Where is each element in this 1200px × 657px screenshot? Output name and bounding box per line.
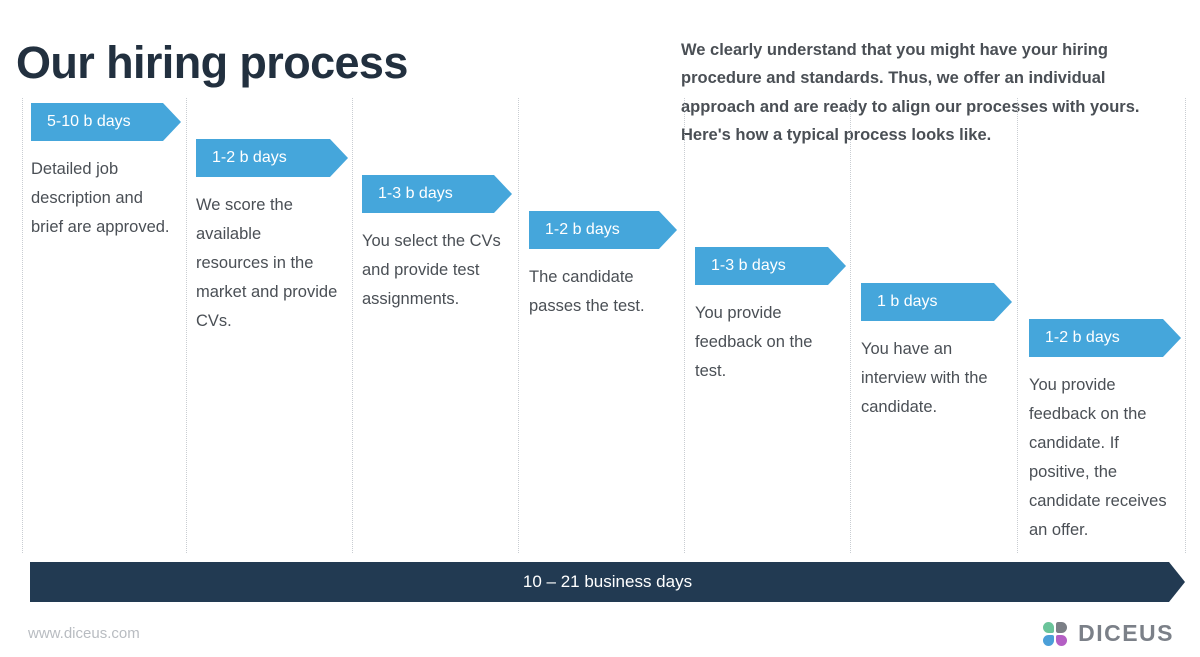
stage-description: We score the available resources in the … <box>196 196 338 330</box>
column-divider <box>352 98 353 553</box>
column-divider <box>518 98 519 553</box>
stage-duration-tag: 1 b days <box>861 283 1012 321</box>
timeline-stage: 1-3 b days You provide feedback on the te… <box>695 247 846 386</box>
column-divider <box>186 98 187 553</box>
stage-description: You provide feedback on the candidate. I… <box>1029 376 1167 539</box>
column-divider <box>684 98 685 553</box>
stage-duration-tag: 5-10 b days <box>31 103 181 141</box>
timeline-stage: 1-2 b days We score the available resourc… <box>196 139 348 336</box>
column-divider <box>22 98 23 553</box>
diceus-logo-mark-icon <box>1043 621 1069 646</box>
timeline-stage: 1-2 b days You provide feedback on the ca… <box>1029 319 1181 545</box>
timeline-stage: 1 b days You have an interview with the c… <box>861 283 1012 422</box>
brand-wordmark: DICEUS <box>1078 620 1174 646</box>
stage-duration-tag: 1-2 b days <box>196 139 348 177</box>
logo-square-bottom-left-icon <box>1043 634 1055 646</box>
footer-website-url[interactable]: www.diceus.com <box>28 625 140 642</box>
stage-duration-tag: 1-3 b days <box>362 175 512 213</box>
logo-square-bottom-right-icon <box>1056 634 1068 646</box>
stage-duration-tag: 1-3 b days <box>695 247 846 285</box>
stage-description: Detailed job description and brief are a… <box>31 160 170 236</box>
logo-square-top-right-icon <box>1056 621 1068 633</box>
hiring-process-timeline: 5-10 b days Detailed job description and … <box>0 98 1200 553</box>
total-duration-label: 10 – 21 business days <box>522 572 693 591</box>
timeline-stage: 5-10 b days Detailed job description and … <box>31 103 181 242</box>
column-divider <box>850 98 851 553</box>
logo-square-top-left-icon <box>1043 621 1055 633</box>
column-divider <box>1017 98 1018 553</box>
stage-duration-tag: 1-2 b days <box>1029 319 1181 357</box>
page-title: Our hiring process <box>16 37 408 89</box>
slide-canvas: Our hiring process We clearly understand… <box>0 0 1200 657</box>
total-duration-bar: 10 – 21 business days <box>30 562 1185 602</box>
stage-description: The candidate passes the test. <box>529 268 645 315</box>
stage-description: You select the CVs and provide test assi… <box>362 232 501 308</box>
timeline-stage: 1-2 b days The candidate passes the test. <box>529 211 677 321</box>
stage-duration-tag: 1-2 b days <box>529 211 677 249</box>
stage-description: You provide feedback on the test. <box>695 304 813 380</box>
stage-description: You have an interview with the candidate… <box>861 340 988 416</box>
column-divider <box>1185 98 1186 553</box>
timeline-stage: 1-3 b days You select the CVs and provide… <box>362 175 512 314</box>
diceus-logo: DICEUS <box>1043 620 1174 647</box>
